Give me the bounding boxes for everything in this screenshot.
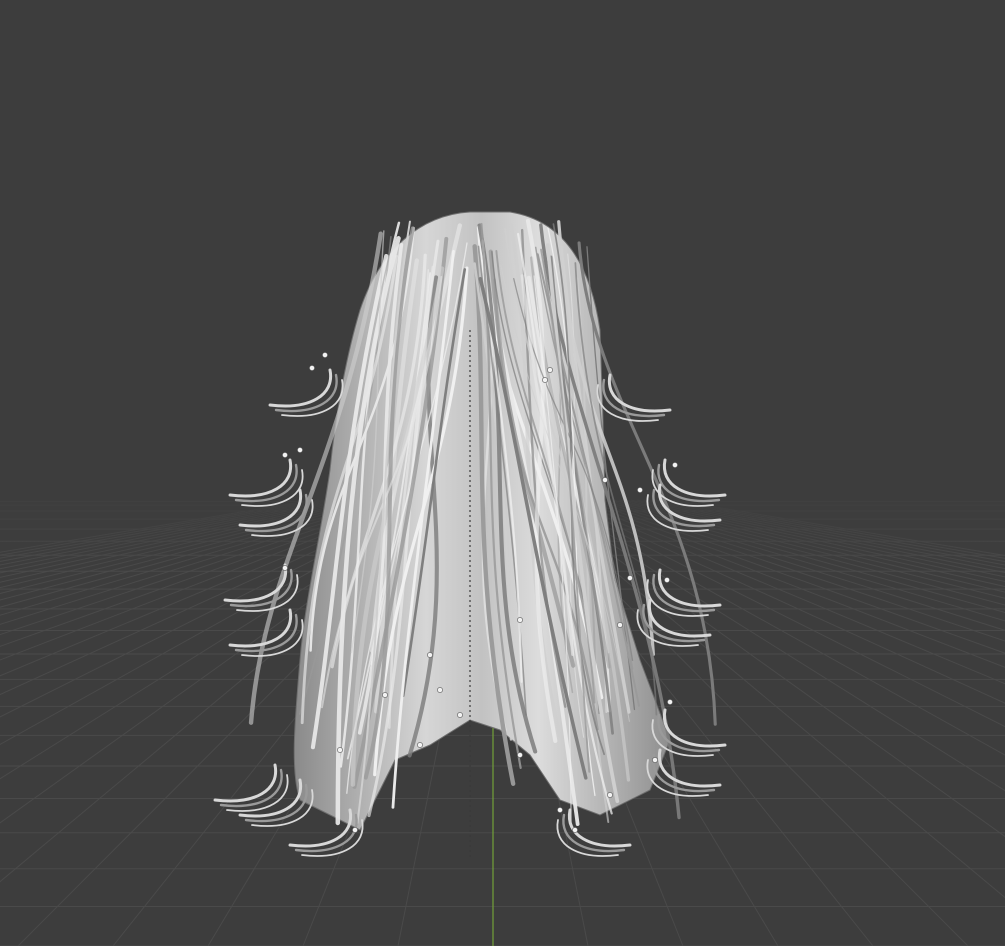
control-point (282, 452, 288, 458)
control-point (437, 687, 443, 693)
control-point (352, 827, 358, 833)
control-point (517, 617, 523, 623)
control-point (322, 352, 328, 358)
control-point (517, 752, 523, 758)
control-point (382, 692, 388, 698)
control-point (652, 757, 658, 763)
control-point (602, 477, 608, 483)
hair-curl-tip (268, 368, 333, 408)
control-point (672, 462, 678, 468)
viewport-canvas[interactable] (0, 0, 1005, 946)
control-point (617, 622, 623, 628)
hair-curl-tip (213, 763, 278, 803)
control-point (637, 487, 643, 493)
control-point (667, 699, 673, 705)
control-point (542, 377, 548, 383)
control-point (557, 807, 563, 813)
control-point (547, 367, 553, 373)
control-point (627, 575, 633, 581)
control-point (309, 365, 315, 371)
hair-curl-tip (657, 568, 722, 608)
control-point (297, 447, 303, 453)
control-point (337, 747, 343, 753)
3d-viewport[interactable] (0, 0, 1005, 946)
control-point (427, 652, 433, 658)
control-point (607, 792, 613, 798)
control-point (282, 565, 288, 571)
control-point (417, 742, 423, 748)
control-point (664, 577, 670, 583)
control-point (572, 827, 578, 833)
control-point (457, 712, 463, 718)
